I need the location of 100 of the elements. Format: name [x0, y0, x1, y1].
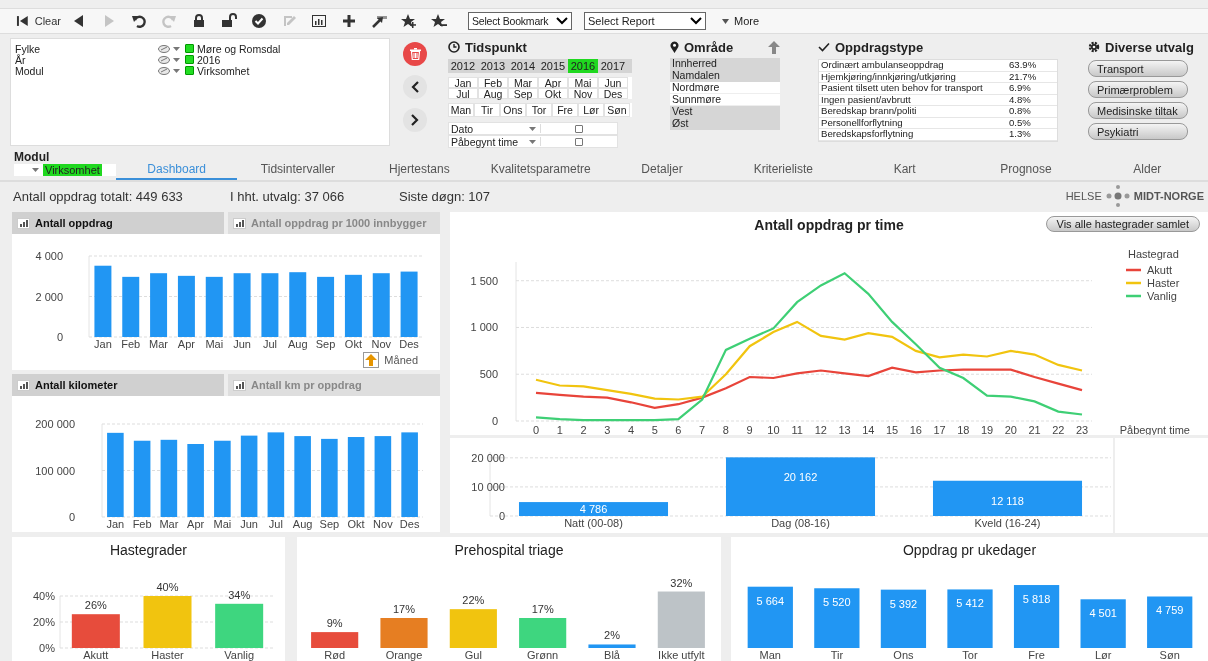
tab[interactable]: Hjertestans: [358, 160, 480, 180]
module-dropdown[interactable]: Virksomhet: [14, 164, 116, 176]
trash-button[interactable]: [403, 42, 427, 66]
table-cell[interactable]: Beredskap brann/politi: [819, 106, 1007, 118]
section-title: Område: [684, 39, 734, 55]
table-cell[interactable]: Beredskapsforflytning: [819, 129, 1007, 141]
value-label: 4 501: [1089, 607, 1117, 620]
tab[interactable]: Kriterieliste: [722, 160, 844, 180]
list-item[interactable]: Namdalen: [670, 70, 780, 82]
dots-logo-icon: [1104, 184, 1131, 208]
axis-category-label: Blå: [604, 649, 620, 661]
axis-category-label: Nov: [373, 518, 393, 530]
table-cell[interactable]: Personellforflytning: [819, 117, 1007, 129]
axis-category-label: Mai: [213, 518, 232, 530]
check-icon: [251, 13, 267, 29]
lock-icon: [191, 13, 207, 29]
filter-button[interactable]: Primærproblem: [1088, 81, 1188, 98]
month-option[interactable]: Des: [598, 88, 628, 99]
axis-tick-label: 19: [980, 424, 994, 435]
arrow-icon: [371, 13, 387, 29]
list-item[interactable]: Innherred: [670, 58, 780, 70]
axis-category-label: Ikke utfylt: [658, 649, 705, 661]
year-option[interactable]: 2017: [598, 59, 628, 73]
axis-category-label: Okt: [347, 518, 365, 530]
axis-tick-label: 20 000: [471, 451, 505, 464]
weekday-option[interactable]: Søn: [604, 103, 630, 117]
weekday-option[interactable]: Ons: [500, 103, 526, 117]
axis-button[interactable]: Måned: [363, 352, 418, 368]
year-option[interactable]: 2013: [478, 59, 508, 73]
weekday-option[interactable]: Man: [448, 103, 474, 117]
table-cell[interactable]: Ordinært ambulanseoppdrag: [819, 60, 1007, 72]
weekday-option[interactable]: Tor: [526, 103, 552, 117]
month-option[interactable]: Jul: [448, 88, 478, 99]
checkbox[interactable]: [575, 124, 583, 133]
eraser-icon[interactable]: [158, 55, 170, 64]
axis-category-label: Jun: [233, 338, 251, 350]
table-cell[interactable]: Hjemkjøring/innkjøring/utkjøring: [819, 71, 1007, 83]
up-arrow-icon[interactable]: [768, 40, 780, 54]
month-option[interactable]: Sep: [508, 88, 538, 99]
table-cell: 6.9%: [1007, 83, 1057, 95]
axis-tick-label: 2: [580, 424, 587, 435]
summary-stat: Siste døgn: 107: [399, 188, 491, 204]
value-label: 22%: [462, 594, 485, 607]
chart-title: Hastegrader: [109, 541, 187, 560]
filter-button[interactable]: Medisinske tiltak: [1088, 102, 1188, 119]
report-dropdown[interactable]: Select Report: [584, 12, 706, 30]
forward-button[interactable]: [403, 108, 427, 132]
tab[interactable]: Alder: [1086, 160, 1208, 180]
filter-button[interactable]: Transport: [1088, 60, 1188, 77]
year-option[interactable]: 2015: [538, 59, 568, 73]
year-option[interactable]: 2012: [448, 59, 478, 73]
value-label: 2%: [604, 629, 620, 642]
caret-icon: [722, 18, 729, 24]
filter-label: Dato: [450, 122, 475, 135]
check-icon: [818, 42, 830, 52]
month-option[interactable]: Aug: [478, 88, 508, 99]
axis-category-label: Fre: [1028, 649, 1045, 661]
axis-tick-label: 7: [699, 424, 706, 435]
filter-button[interactable]: Psykiatri: [1088, 123, 1188, 140]
tab[interactable]: Kart: [843, 160, 966, 180]
tab[interactable]: Prognose: [965, 160, 1087, 180]
month-option[interactable]: Okt: [538, 88, 568, 99]
month-option[interactable]: Nov: [568, 88, 598, 99]
year-option[interactable]: 2014: [508, 59, 538, 73]
table-cell[interactable]: Pasient tilsett uten behov for transport: [819, 83, 1007, 95]
tab[interactable]: Tidsintervaller: [237, 160, 359, 180]
weekday-option[interactable]: Fre: [552, 103, 578, 117]
weekday-option[interactable]: Tir: [474, 103, 500, 117]
weekday-option[interactable]: Lør: [578, 103, 604, 117]
list-item[interactable]: Nordmøre: [670, 82, 780, 94]
caret-icon: [529, 139, 536, 144]
list-item[interactable]: Sunnmøre: [670, 94, 780, 106]
year-option[interactable]: 2016: [568, 59, 598, 73]
chart-tab[interactable]: Antall kilometer: [12, 374, 224, 396]
selected-value: Virksomhet: [43, 164, 102, 176]
tab[interactable]: Detaljer: [601, 160, 723, 180]
axis-category-label: Vanlig: [224, 649, 255, 661]
field-value: Møre og Romsdal: [197, 42, 281, 55]
list-item[interactable]: Vest: [670, 106, 780, 118]
bookmark-dropdown[interactable]: Select Bookmark: [468, 12, 572, 30]
chart-tab[interactable]: Antall oppdrag: [12, 212, 224, 234]
list-item[interactable]: Øst: [670, 118, 780, 130]
toolbar-button[interactable]: Clear: [12, 10, 64, 32]
tab[interactable]: Kvalitetsparametre: [480, 160, 602, 180]
filter-label: Påbegynt time: [450, 135, 520, 148]
axis-tick-label: 8: [722, 424, 729, 435]
back-button[interactable]: [403, 75, 427, 99]
axis-tick-label: 0: [491, 415, 498, 427]
toggle-button[interactable]: Vis alle hastegrader samlet: [1045, 215, 1200, 232]
eraser-icon[interactable]: [158, 66, 170, 75]
table-cell: 21.7%: [1007, 71, 1057, 83]
eraser-icon[interactable]: [158, 44, 170, 53]
axis-tick-label: 1 000: [470, 321, 498, 334]
checkbox[interactable]: [575, 137, 583, 146]
table-cell[interactable]: Ingen pasient/avbrutt: [819, 94, 1007, 106]
axis-tick-label: 16: [909, 424, 922, 435]
section-title: Diverse utvalg: [1105, 39, 1194, 55]
field-value: Virksomhet: [197, 64, 250, 77]
more-button[interactable]: More: [722, 15, 760, 27]
value-label: 32%: [670, 576, 693, 589]
